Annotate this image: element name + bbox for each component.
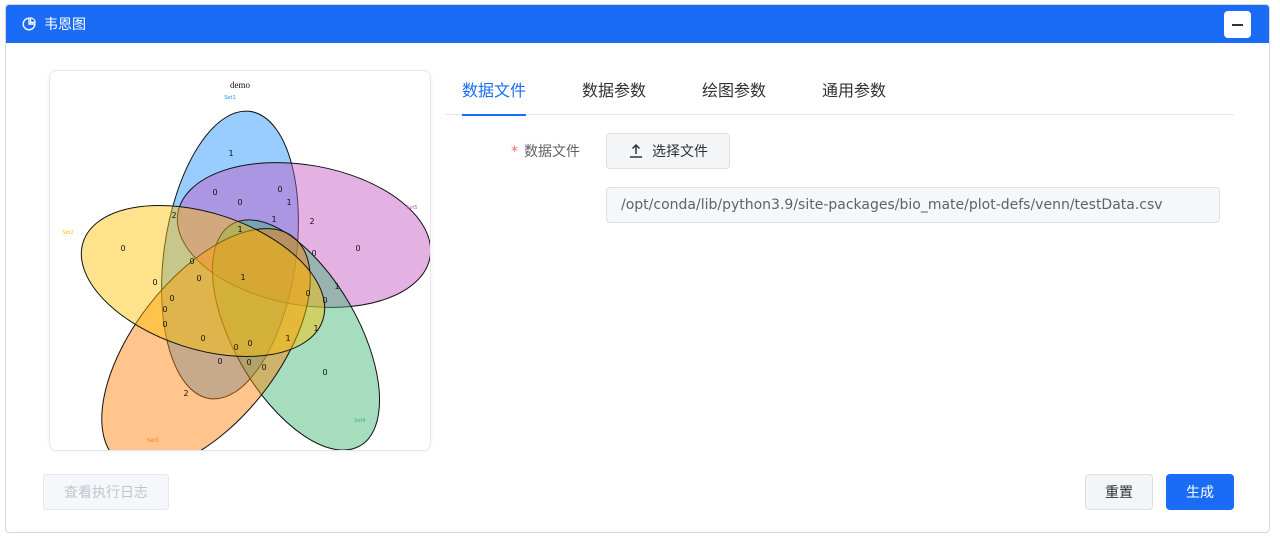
data-file-label: * 数据文件 — [511, 141, 580, 161]
region-count: 1 — [240, 273, 245, 282]
region-count: 0 — [247, 339, 252, 348]
region-count: 0 — [162, 320, 167, 329]
tab-data-params[interactable]: 数据参数 — [582, 71, 646, 115]
region-count: 1 — [228, 149, 233, 158]
region-count: 0 — [217, 357, 222, 366]
region-count: 0 — [189, 257, 194, 266]
pie-chart-icon — [22, 16, 38, 32]
region-count: 1 — [286, 198, 291, 207]
venn-preview: demo Set1 Set5 Set4 Set3 Set2 1 0 0 2 0 0 0 1 2 1 0 0 0 0 0 1… — [49, 70, 431, 451]
set-label: Set4 — [354, 418, 365, 424]
region-count: 0 — [200, 334, 205, 343]
region-count: 0 — [311, 249, 316, 258]
region-count: 1 — [271, 215, 276, 224]
set-label: Set3 — [147, 438, 158, 444]
set-label: Set1 — [224, 95, 235, 101]
reset-button[interactable]: 重置 — [1085, 474, 1153, 510]
set-label: Set5 — [406, 205, 417, 211]
set-label: Set2 — [62, 230, 73, 236]
region-count: 0 — [233, 343, 238, 352]
region-count: 2 — [183, 389, 188, 398]
region-count: 1 — [237, 225, 242, 234]
chart-title: demo — [230, 80, 250, 90]
region-count: 0 — [237, 198, 242, 207]
select-file-button[interactable]: 选择文件 — [606, 133, 730, 169]
file-path-field[interactable]: /opt/conda/lib/python3.9/site-packages/b… — [606, 187, 1220, 223]
region-count: 2 — [309, 217, 314, 226]
region-count: 0 — [277, 185, 282, 194]
region-count: 0 — [355, 244, 360, 253]
select-file-label: 选择文件 — [652, 144, 708, 160]
tab-data-file[interactable]: 数据文件 — [462, 71, 527, 116]
region-count: 1 — [313, 324, 318, 333]
view-log-button[interactable]: 查看执行日志 — [43, 474, 169, 510]
region-count: 0 — [322, 368, 327, 377]
title-bar: 韦恩图 — [6, 5, 1269, 43]
generate-button[interactable]: 生成 — [1166, 474, 1234, 510]
minimize-button[interactable] — [1224, 11, 1251, 38]
region-count: 0 — [261, 363, 266, 372]
required-mark: * — [511, 144, 518, 160]
venn-window: 韦恩图 demo Set1 Set5 Set4 Set3 Set2 1 0 0 2 0 0 0 1 2 1 0 0… — [5, 4, 1270, 533]
venn-chart: demoSet1Set5Set4Set3Set210 0200012 1000001… — [62, 80, 430, 450]
region-count: 0 — [246, 358, 251, 367]
tab-general-params[interactable]: 通用参数 — [822, 71, 886, 115]
region-count: 1 — [285, 334, 290, 343]
data-file-label-text: 数据文件 — [524, 144, 580, 160]
region-count: 0 — [322, 296, 327, 305]
region-count: 0 — [162, 305, 167, 314]
window-title: 韦恩图 — [44, 17, 86, 33]
region-count: 0 — [152, 278, 157, 287]
region-count: 0 — [169, 294, 174, 303]
region-count: 2 — [171, 211, 176, 220]
region-count: 0 — [212, 188, 217, 197]
tab-bar: 数据文件 数据参数 绘图参数 通用参数 — [445, 71, 1234, 116]
region-count: 0 — [305, 289, 310, 298]
tab-plot-params[interactable]: 绘图参数 — [702, 71, 766, 115]
region-count: 0 — [196, 274, 201, 283]
region-count: 0 — [120, 244, 125, 253]
minus-icon — [1232, 23, 1243, 26]
region-count: 1 — [334, 282, 339, 291]
upload-icon — [628, 143, 644, 159]
